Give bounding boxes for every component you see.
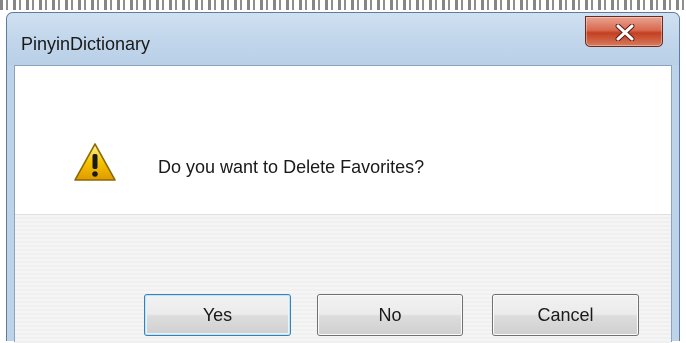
title-bar[interactable]: PinyinDictionary — [7, 13, 679, 65]
message-area: Do you want to Delete Favorites? — [15, 66, 671, 214]
cancel-button[interactable]: Cancel — [492, 294, 639, 336]
no-button[interactable]: No — [317, 294, 463, 336]
yes-button[interactable]: Yes — [144, 294, 291, 336]
close-button[interactable] — [585, 16, 663, 47]
dialog-message: Do you want to Delete Favorites? — [158, 157, 425, 177]
dialog-window: PinyinDictionary Do you want to Delete F… — [6, 12, 680, 343]
window-title: PinyinDictionary — [21, 34, 151, 54]
warning-icon — [74, 143, 116, 181]
close-icon — [615, 24, 635, 41]
button-bar: Yes No Cancel — [15, 214, 671, 343]
background-text-fragment — [0, 0, 686, 10]
background-window-strip — [0, 0, 686, 12]
dialog-client-area: Do you want to Delete Favorites? Yes No … — [14, 65, 672, 343]
